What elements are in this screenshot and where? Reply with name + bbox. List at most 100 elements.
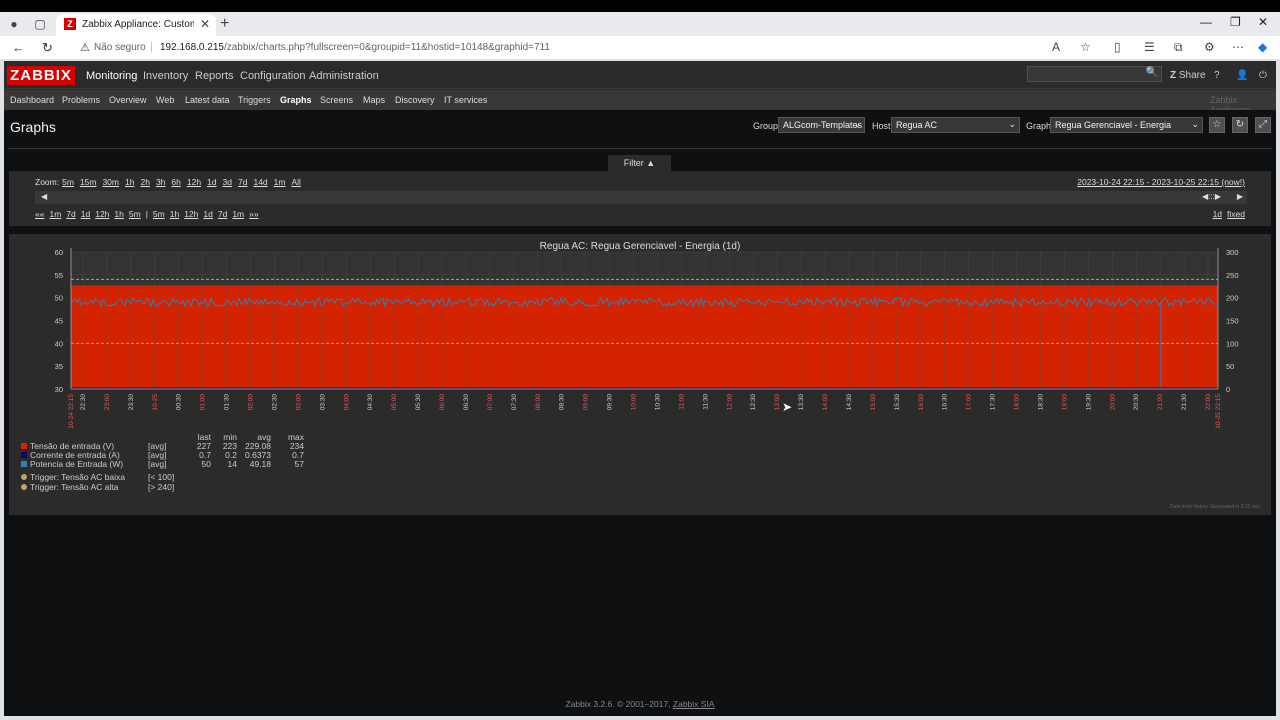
more-icon[interactable]: ⋯ (1232, 40, 1244, 54)
share-button[interactable]: Z Share (1170, 70, 1206, 81)
menu-inventory[interactable]: Inventory (143, 70, 188, 82)
nav-fwd-option[interactable]: 1h (170, 209, 179, 219)
subnav-screens[interactable]: Screens (320, 95, 353, 105)
refresh-icon[interactable]: ↻ (1232, 117, 1248, 133)
group-select[interactable]: ALGcom-Templates ⌄ (778, 117, 865, 133)
zoom-option[interactable]: 3d (223, 177, 232, 187)
nav-fwd-option[interactable]: 1m (232, 209, 244, 219)
zoom-option[interactable]: 5m (62, 177, 74, 187)
filter-toggle[interactable]: Filter ▲ (608, 155, 671, 171)
nav-fwd-option[interactable]: 1d (203, 209, 212, 219)
host-select[interactable]: Regua AC ⌄ (891, 117, 1020, 133)
zoom-option[interactable]: 12h (187, 177, 201, 187)
zabbix-logo[interactable]: ZABBIX (7, 66, 75, 85)
duration-value[interactable]: 1d (1213, 209, 1222, 219)
user-profile-icon[interactable]: 👤 (1236, 70, 1248, 81)
subnav-discovery[interactable]: Discovery (395, 95, 435, 105)
subnav-problems[interactable]: Problems (62, 95, 100, 105)
url-host: 192.168.0.215 (160, 42, 224, 53)
period-range[interactable]: 2023-10-24 22:15 - 2023-10-25 22:15 (now… (1077, 177, 1245, 187)
security-label[interactable]: Não seguro (94, 42, 146, 53)
nav-fwd-option[interactable]: »» (249, 209, 258, 219)
nav-fwd-option[interactable]: 7d (218, 209, 227, 219)
zoom-option[interactable]: 14d (253, 177, 267, 187)
zoom-option[interactable]: 7d (238, 177, 247, 187)
zoom-option[interactable]: 1h (125, 177, 134, 187)
back-icon[interactable]: ← (12, 40, 25, 55)
fixed-toggle[interactable]: fixed (1227, 209, 1245, 219)
menu-monitoring[interactable]: Monitoring (86, 70, 137, 82)
sign-out-icon[interactable]: ⏻ (1259, 70, 1267, 81)
favorite-star-icon[interactable]: ☆ (1080, 40, 1091, 54)
close-tab-icon[interactable]: ✕ (200, 17, 210, 31)
nav-back-option[interactable]: «« (35, 209, 44, 219)
copilot-icon[interactable]: ◆ (1258, 40, 1267, 54)
footer-link[interactable]: Zabbix SIA (673, 699, 715, 709)
nav-back-option[interactable]: 1m (49, 209, 61, 219)
nav-back-option[interactable]: 12h (95, 209, 109, 219)
browser-tab[interactable]: Z Zabbix Appliance: Custom graph ✕ (56, 14, 216, 36)
menu-configuration[interactable]: Configuration (240, 70, 305, 82)
nav-back-option[interactable]: 1h (114, 209, 123, 219)
read-aloud-icon[interactable]: A (1052, 40, 1060, 54)
nav-back-option[interactable]: 5m (129, 209, 141, 219)
help-icon[interactable]: ? (1214, 70, 1220, 81)
graph-select[interactable]: Regua Gerenciavel - Energia ⌄ (1050, 117, 1203, 133)
x-tick-label: 14:00 (822, 394, 829, 411)
new-tab-icon[interactable]: + (220, 15, 229, 33)
subnav-web[interactable]: Web (156, 95, 174, 105)
search-input[interactable]: 🔍 (1027, 66, 1162, 82)
tab-actions-icon[interactable]: ▢ (32, 16, 48, 32)
zoom-option[interactable]: 15m (80, 177, 97, 187)
x-tick-label: 12:30 (750, 394, 757, 411)
fullscreen-icon[interactable]: ⤢ (1255, 117, 1271, 133)
reload-icon[interactable]: ↻ (42, 40, 53, 56)
subnav-overview[interactable]: Overview (109, 95, 147, 105)
trigger-name: Trigger: Tensão AC baixa (30, 472, 125, 482)
x-tick-label: 23:00 (104, 394, 111, 411)
profile-icon[interactable]: ● (6, 16, 22, 32)
split-screen-icon[interactable]: ▯ (1114, 40, 1121, 54)
menu-administration[interactable]: Administration (309, 70, 379, 82)
minimize-icon[interactable]: — (1200, 15, 1212, 29)
x-tick-label: 09:30 (607, 394, 614, 411)
menu-reports[interactable]: Reports (195, 70, 234, 82)
scroll-handle-icon[interactable]: ◀:::▶ (1202, 192, 1221, 201)
zoom-option[interactable]: 2h (140, 177, 149, 187)
x-tick-label: 10-25 (152, 394, 159, 411)
zoom-option[interactable]: 30m (102, 177, 119, 187)
nav-back-option[interactable]: 1d (81, 209, 90, 219)
subnav-it-services[interactable]: IT services (444, 95, 487, 105)
scroll-left-icon[interactable]: ◀ (41, 192, 47, 201)
subnav-triggers[interactable]: Triggers (238, 95, 271, 105)
zoom-option[interactable]: All (291, 177, 300, 187)
favorites-icon[interactable]: ☰ (1144, 40, 1155, 54)
nav-back-option[interactable]: 7d (66, 209, 75, 219)
browser-window: ● ▢ Z Zabbix Appliance: Custom graph ✕ +… (0, 12, 1280, 720)
address-toolbar: ← ↻ ⚠ Não seguro | 192.168.0.215/zabbix/… (0, 36, 1280, 60)
url-text[interactable]: 192.168.0.215/zabbix/charts.php?fullscre… (160, 42, 550, 53)
graph-chart[interactable]: 60 55 50 45 40 35 30 300 250 200 150 100 50 0 10-24 22… (9, 234, 1271, 434)
search-icon[interactable]: 🔍 (1146, 67, 1158, 78)
subnav-graphs[interactable]: Graphs (280, 95, 312, 105)
scroll-right-icon[interactable]: ▶ (1237, 192, 1243, 201)
add-favorite-icon[interactable]: ☆ (1209, 117, 1225, 133)
zoom-option[interactable]: 3h (156, 177, 165, 187)
nav-fwd-option[interactable]: 12h (184, 209, 198, 219)
timeline-scrollbar[interactable]: ◀ ◀:::▶ ▶ (35, 191, 1247, 204)
subnav-dashboard[interactable]: Dashboard (10, 95, 54, 105)
zoom-option[interactable]: 1d (207, 177, 216, 187)
collections-icon[interactable]: ⧉ (1174, 40, 1183, 55)
subnav-latest-data[interactable]: Latest data (185, 95, 230, 105)
zoom-option[interactable]: 1m (274, 177, 286, 187)
maximize-icon[interactable]: ❐ (1230, 15, 1241, 29)
warning-icon[interactable]: ⚠ (80, 41, 90, 54)
extension-icon[interactable]: ⚙ (1204, 40, 1215, 54)
subnav-maps[interactable]: Maps (363, 95, 385, 105)
nav-fwd-option[interactable]: 5m (153, 209, 165, 219)
x-tick-label: 02:00 (248, 394, 255, 411)
zoom-option[interactable]: 6h (171, 177, 180, 187)
address-bar[interactable]: ⚠ Não seguro | 192.168.0.215/zabbix/char… (70, 38, 1100, 58)
y-tick-right: 300 (1226, 248, 1239, 257)
close-window-icon[interactable]: ✕ (1258, 15, 1268, 29)
